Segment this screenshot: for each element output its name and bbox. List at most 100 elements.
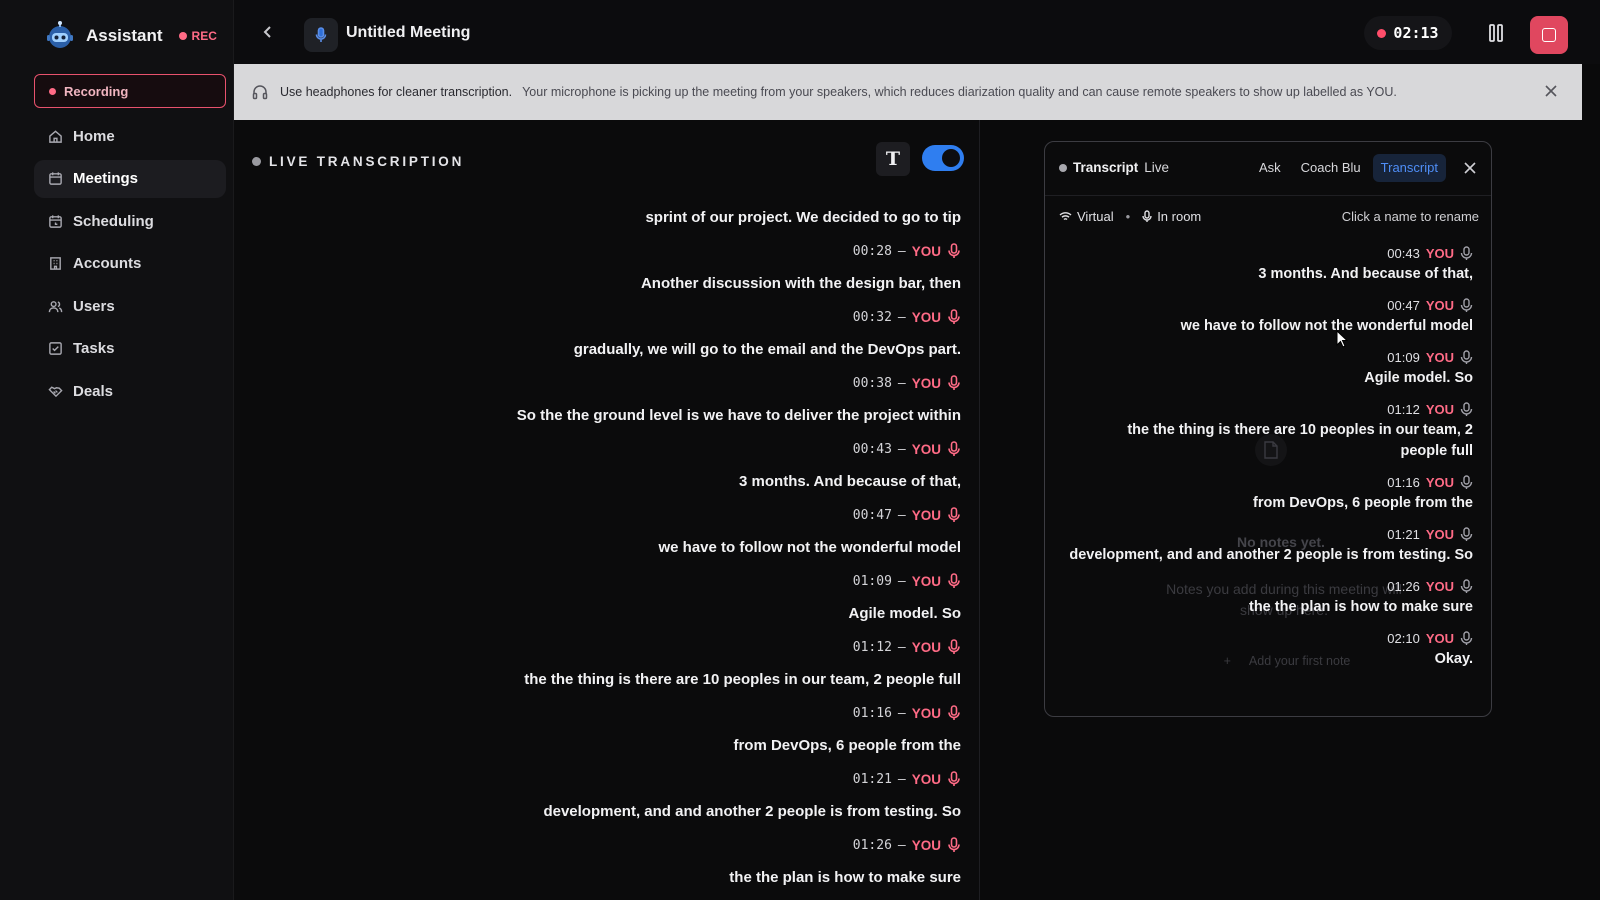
brand[interactable]: Assistant REC <box>44 20 217 52</box>
meeting-title[interactable]: Untitled Meeting <box>346 24 470 42</box>
transcription-toggle[interactable] <box>922 145 964 171</box>
speaker-name[interactable]: YOU <box>1426 298 1454 313</box>
sidebar-item-scheduling[interactable]: Scheduling <box>34 202 226 240</box>
speaker-name[interactable]: YOU <box>912 442 941 457</box>
close-icon[interactable] <box>1544 84 1558 98</box>
segment-text: the the plan is how to make sure <box>729 869 961 886</box>
tab-ask[interactable]: Ask <box>1251 154 1289 182</box>
mic-icon <box>948 705 960 720</box>
transcript-segment: 3 months. And because of that, 00:47– YO… <box>261 470 961 536</box>
segment-time: 01:21 <box>852 771 892 787</box>
separator: – <box>897 243 906 259</box>
speaker-name[interactable]: YOU <box>912 244 941 259</box>
rec-badge: REC <box>178 29 217 43</box>
mic-icon <box>1460 579 1473 594</box>
sidebar-item-label: Tasks <box>73 340 115 357</box>
entry-time: 00:43 <box>1387 245 1420 261</box>
live-label-text: LIVE TRANSCRIPTION <box>269 154 465 169</box>
banner-text: Your microphone is picking up the meetin… <box>522 85 1397 99</box>
entry-meta: 01:12 YOU <box>1073 398 1473 420</box>
speaker-name[interactable]: YOU <box>1426 579 1454 594</box>
transcript-segment: gradually, we will go to the email and t… <box>261 338 961 404</box>
transcript-segments: sprint of our project. We decided to go … <box>261 206 961 890</box>
segment-text: Agile model. So <box>848 605 961 622</box>
segment-text: 3 months. And because of that, <box>739 473 961 490</box>
headphones-banner: Use headphones for cleaner transcription… <box>234 64 1582 120</box>
speaker-name[interactable]: YOU <box>1426 350 1454 365</box>
entry-time: 01:26 <box>1387 578 1420 594</box>
sidebar-item-deals[interactable]: Deals <box>34 372 226 410</box>
segment-text: Another discussion with the design bar, … <box>640 275 961 292</box>
transcript-segment: development, and and another 2 people is… <box>261 800 961 866</box>
source-in-room-label: In room <box>1157 209 1202 224</box>
speaker-name[interactable]: YOU <box>912 310 941 325</box>
speaker-name[interactable]: YOU <box>912 706 941 721</box>
mic-icon <box>948 309 960 324</box>
entry-text: 3 months. And because of that, <box>1258 266 1473 282</box>
entry-meta: 01:16 YOU <box>1073 471 1473 493</box>
source-in-room[interactable]: In room <box>1142 209 1201 224</box>
sidebar-item-meetings[interactable]: Meetings <box>34 159 226 198</box>
chevron-left-icon[interactable] <box>258 22 278 42</box>
recording-timer: 02:13 <box>1364 16 1452 50</box>
separator: – <box>897 375 906 391</box>
stop-recording-button[interactable] <box>1530 16 1568 54</box>
live-dot-icon <box>252 157 261 166</box>
rename-hint: Click a name to rename <box>1341 209 1479 224</box>
panel-entry: 00:47 YOU we have to follow not the wonde… <box>1073 294 1473 337</box>
mic-icon <box>315 27 327 42</box>
panel-tabs: Ask Coach Blu Transcript <box>1251 154 1446 182</box>
speaker-name[interactable]: YOU <box>1426 631 1454 646</box>
segment-meta: 01:09– YOU <box>261 560 961 602</box>
sidebar-item-users[interactable]: Users <box>34 287 226 325</box>
entry-meta: 02:10 YOU <box>1073 627 1473 649</box>
panel-entry: 01:09 YOU Agile model. So <box>1073 346 1473 389</box>
speaker-name[interactable]: YOU <box>912 772 941 787</box>
speaker-name[interactable]: YOU <box>1426 402 1454 417</box>
transcript-panel: Transcript Live Ask Coach Blu Transcript… <box>1044 141 1492 717</box>
timer-dot-icon <box>1377 28 1387 38</box>
speaker-name[interactable]: YOU <box>1426 246 1454 261</box>
entry-text: we have to follow not the wonderful mode… <box>1180 318 1473 334</box>
segment-time: 00:28 <box>852 243 892 259</box>
speaker-name[interactable]: YOU <box>912 508 941 523</box>
segment-meta: 01:16– YOU <box>261 692 961 734</box>
mic-icon <box>1460 527 1473 542</box>
pause-icon[interactable] <box>1486 22 1506 44</box>
sidebar-item-tasks[interactable]: Tasks <box>34 330 226 368</box>
tab-coach-blu[interactable]: Coach Blu <box>1293 154 1369 182</box>
close-icon[interactable] <box>1463 161 1477 175</box>
panel-entry: 01:26 YOU the the plan is how to make sur… <box>1073 575 1473 618</box>
entry-meta: 00:43 YOU <box>1073 242 1473 264</box>
app-root: Assistant REC Recording Home Meetings Sc… <box>0 0 1600 900</box>
speaker-name[interactable]: YOU <box>912 574 941 589</box>
speaker-name[interactable]: YOU <box>912 838 941 853</box>
font-size-button[interactable]: T <box>876 142 910 176</box>
segment-text: sprint of our project. We decided to go … <box>645 209 961 226</box>
recording-button[interactable]: Recording <box>34 74 226 108</box>
speaker-name[interactable]: YOU <box>912 376 941 391</box>
segment-time: 00:47 <box>852 507 892 523</box>
source-virtual[interactable]: Virtual <box>1059 209 1114 224</box>
tab-transcript[interactable]: Transcript <box>1372 154 1446 182</box>
live-transcription-pane: LIVE TRANSCRIPTION T sprint of our proje… <box>234 120 980 900</box>
speaker-name[interactable]: YOU <box>1426 527 1454 542</box>
meeting-mic-chip[interactable] <box>304 18 338 52</box>
panel-title-text: Transcript <box>1073 160 1139 175</box>
entry-time: 01:09 <box>1387 349 1420 365</box>
entry-meta: 00:47 YOU <box>1073 294 1473 316</box>
recording-label: Recording <box>64 83 129 99</box>
transcript-segment: sprint of our project. We decided to go … <box>261 206 961 272</box>
speaker-name[interactable]: YOU <box>1426 475 1454 490</box>
rec-dot-icon <box>178 32 187 40</box>
speaker-name[interactable]: YOU <box>912 640 941 655</box>
entry-text: Agile model. So <box>1364 370 1473 386</box>
live-transcription-label: LIVE TRANSCRIPTION <box>252 154 464 169</box>
entry-text: the the thing is there are 10 peoples in… <box>1127 422 1473 459</box>
mic-icon <box>948 837 960 852</box>
building-icon <box>50 257 61 270</box>
panel-source-bar: Virtual • In room Click a name to rename <box>1059 209 1479 224</box>
sidebar-item-home[interactable]: Home <box>34 117 226 155</box>
toggle-knob <box>942 149 960 167</box>
sidebar-item-accounts[interactable]: Accounts <box>34 245 226 283</box>
